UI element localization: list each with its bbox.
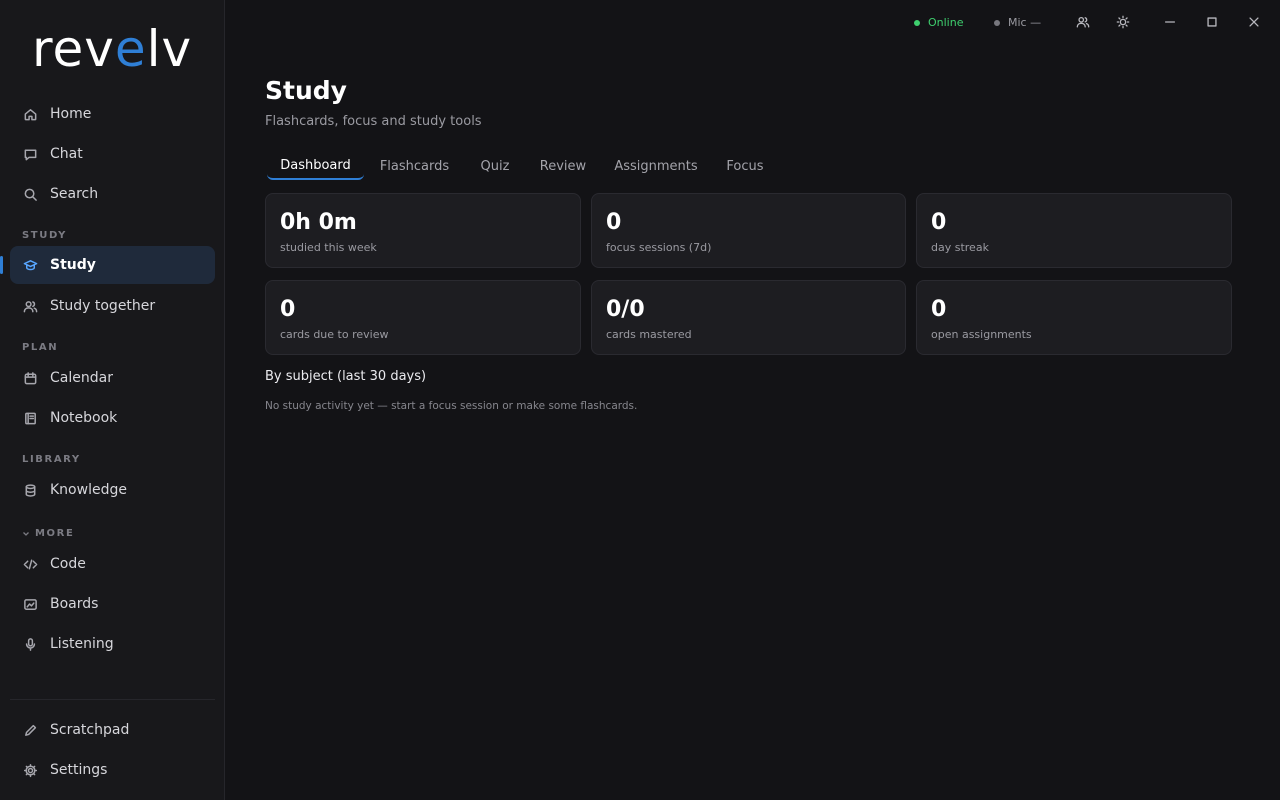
stat-caption: cards mastered [606, 328, 692, 341]
tab-dashboard[interactable]: Dashboard [267, 152, 364, 180]
page-subtitle: Flashcards, focus and study tools [265, 114, 482, 129]
stat-caption: cards due to review [280, 328, 389, 341]
empty-state-text: No study activity yet — start a focus se… [265, 400, 638, 412]
gear-icon [22, 762, 38, 778]
database-icon [22, 482, 38, 498]
graduation-cap-icon [22, 257, 38, 273]
code-icon [22, 556, 38, 572]
stat-card-studied-week: 0h 0m studied this week [265, 193, 581, 268]
maximize-icon[interactable] [1204, 14, 1220, 30]
stat-card-cards-mastered: 0/0 cards mastered [591, 280, 906, 355]
microphone-icon [22, 636, 38, 652]
by-subject-heading: By subject (last 30 days) [265, 369, 427, 384]
tab-review[interactable]: Review [538, 152, 588, 180]
sidebar-item-label: Settings [50, 762, 108, 778]
tab-quiz[interactable]: Quiz [475, 152, 515, 180]
sidebar-item-code[interactable]: Code [10, 545, 215, 583]
sidebar-item-settings[interactable]: Settings [10, 751, 215, 789]
sidebar-divider [10, 699, 215, 700]
sidebar-item-label: Listening [50, 636, 114, 652]
status-dot-icon [914, 19, 920, 26]
stat-caption: focus sessions (7d) [606, 241, 712, 254]
theme-toggle-icon[interactable] [1115, 14, 1131, 30]
section-library: LIBRARY [22, 454, 81, 465]
sidebar-item-calendar[interactable]: Calendar [10, 359, 215, 397]
sidebar-item-label: Study together [50, 298, 156, 314]
online-status: Online [914, 16, 963, 29]
sidebar-item-label: Home [50, 106, 92, 122]
app-logo: revelv [32, 20, 193, 78]
stat-caption: open assignments [931, 328, 1032, 341]
stat-caption: day streak [931, 241, 989, 254]
sidebar-item-study-together[interactable]: Study together [10, 287, 215, 325]
stat-value: 0 [931, 210, 947, 235]
notebook-icon [22, 410, 38, 426]
users-icon [22, 298, 38, 314]
stat-card-day-streak: 0 day streak [916, 193, 1232, 268]
sidebar-item-study[interactable]: Study [10, 246, 215, 284]
sidebar-item-label: Knowledge [50, 482, 127, 498]
sidebar-item-notebook[interactable]: Notebook [10, 399, 215, 437]
stat-value: 0h 0m [280, 210, 357, 235]
mic-status[interactable]: Mic — [994, 16, 1041, 29]
sidebar-item-listening[interactable]: Listening [10, 625, 215, 663]
stat-card-focus-sessions: 0 focus sessions (7d) [591, 193, 906, 268]
home-icon [22, 106, 38, 122]
calendar-icon [22, 370, 38, 386]
sidebar-item-chat[interactable]: Chat [10, 135, 215, 173]
sidebar-item-search[interactable]: Search [10, 175, 215, 213]
stat-value: 0 [931, 297, 947, 322]
search-icon [22, 186, 38, 202]
sidebar-item-label: Search [50, 186, 99, 202]
minimize-icon[interactable] [1162, 14, 1178, 30]
sidebar-item-scratchpad[interactable]: Scratchpad [10, 711, 215, 749]
sidebar-item-home[interactable]: Home [10, 95, 215, 133]
pencil-icon [22, 722, 38, 738]
users-toggle-icon[interactable] [1075, 14, 1091, 30]
close-icon[interactable] [1246, 14, 1262, 30]
sidebar-item-label: Boards [50, 596, 99, 612]
page-title: Study [265, 76, 347, 105]
sidebar-item-label: Code [50, 556, 86, 572]
stat-value: 0/0 [606, 297, 645, 322]
sidebar-item-label: Study [50, 257, 96, 273]
chevron-down-icon [23, 531, 29, 536]
active-indicator [0, 256, 3, 274]
tab-assignments[interactable]: Assignments [614, 152, 697, 180]
stat-card-cards-due: 0 cards due to review [265, 280, 581, 355]
sidebar-item-label: Notebook [50, 410, 118, 426]
sidebar-item-label: Chat [50, 146, 83, 162]
stat-card-open-assignments: 0 open assignments [916, 280, 1232, 355]
chat-icon [22, 146, 38, 162]
mic-dot-icon [994, 19, 1000, 26]
sidebar-item-label: Calendar [50, 370, 113, 386]
sidebar-item-knowledge[interactable]: Knowledge [10, 471, 215, 509]
section-plan: PLAN [22, 342, 59, 353]
sidebar-item-boards[interactable]: Boards [10, 585, 215, 623]
stat-caption: studied this week [280, 241, 377, 254]
tab-flashcards[interactable]: Flashcards [377, 152, 452, 180]
stat-value: 0 [280, 297, 296, 322]
board-icon [22, 596, 38, 612]
stat-value: 0 [606, 210, 622, 235]
sidebar: revelv Home Chat Search STUDY Study Stud… [0, 0, 225, 800]
tab-focus[interactable]: Focus [725, 152, 765, 180]
section-more-toggle[interactable]: MORE [22, 528, 74, 539]
section-study: STUDY [22, 230, 67, 241]
sidebar-item-label: Scratchpad [50, 722, 130, 738]
